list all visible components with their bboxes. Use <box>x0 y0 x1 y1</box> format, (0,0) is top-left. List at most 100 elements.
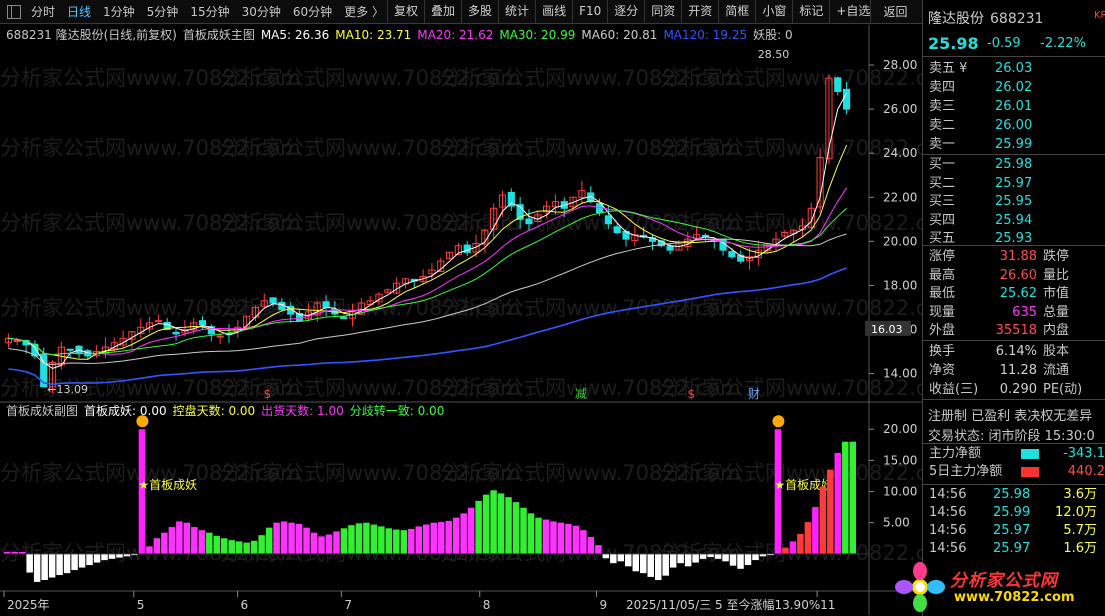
window-layout-icon[interactable] <box>7 4 21 19</box>
tool-button[interactable]: 简框 <box>718 0 755 24</box>
stock-title: 隆达股份 688231 KR <box>928 8 1105 28</box>
tick-time: 14:56 <box>929 505 967 520</box>
indicator-bar <box>243 542 250 554</box>
sub-legend-name[interactable]: 首板成妖副图 <box>6 403 78 419</box>
indicator-bar <box>41 553 48 581</box>
candle-body <box>604 215 612 225</box>
legend-indicator[interactable]: 首板成妖主图 <box>183 27 255 43</box>
period-tab[interactable]: 更多 〉 <box>338 0 390 24</box>
indicator-bar <box>827 469 834 554</box>
indicator-bar <box>557 522 565 554</box>
tool-button[interactable]: 多股 <box>461 0 498 24</box>
bid-label: 买三 <box>929 194 956 209</box>
logo-text: 分析家公式网 <box>950 571 1058 591</box>
tick-price: 25.97 <box>993 541 1031 556</box>
bid-row[interactable]: 买三 25.95 <box>923 193 1105 211</box>
indicator-bar <box>684 553 692 567</box>
tool-button[interactable]: 小窗 <box>755 0 792 24</box>
bid-row[interactable]: 买一 25.98 <box>923 156 1105 174</box>
tool-button[interactable]: 叠加 <box>424 0 461 24</box>
period-tab[interactable]: 分时 <box>25 0 61 24</box>
ask-row[interactable]: 卖三 26.01 <box>923 98 1105 116</box>
tool-button[interactable]: 统计 <box>498 0 535 24</box>
status-date: 2025/11/05/三 5 至今涨幅13.90% <box>626 597 820 612</box>
indicator-bar <box>452 517 460 554</box>
tick-row: 14:56 25.98 3.6万 <box>923 487 1105 503</box>
tool-button[interactable]: 标记 <box>792 0 829 24</box>
indicator-bar <box>535 517 542 554</box>
bid-row[interactable]: 买二 25.97 <box>923 175 1105 193</box>
watermark-text: 分析家公式网www.70822.com <box>660 296 922 320</box>
back-button[interactable]: 返回 <box>870 0 920 24</box>
stat-value: 6.14% <box>995 344 1037 359</box>
kline-chart[interactable]: 分析家公式网www.70822.com分析家公式网www.70822.com分析… <box>0 25 922 615</box>
indicator-bar <box>363 522 370 554</box>
candle-body <box>613 226 621 234</box>
stat-key-2: 市值 <box>1043 286 1070 301</box>
indicator-bar <box>849 441 856 554</box>
period-tab[interactable]: 日线 <box>61 0 97 24</box>
tick-price: 25.97 <box>993 523 1031 538</box>
chart-area[interactable]: 分析家公式网www.70822.com 分析家公式网www.70822.com 分析… <box>0 25 922 615</box>
ask-row[interactable]: 卖四 26.02 <box>923 79 1105 97</box>
bid-price: 25.95 <box>995 194 1033 209</box>
indicator-bar <box>78 553 86 568</box>
indicator-bar <box>408 528 415 554</box>
price-change-pct: -2.22% <box>1040 36 1086 51</box>
ask-price: 25.99 <box>995 137 1033 152</box>
tool-button[interactable]: 同资 <box>644 0 681 24</box>
period-tab[interactable]: 15分钟 <box>184 0 235 24</box>
indicator-bar <box>318 536 325 554</box>
indicator-bar <box>662 553 669 576</box>
indicator-bar <box>610 553 617 564</box>
sub-legend-item: 控盘天数: 0.00 <box>172 404 256 418</box>
period-tab[interactable]: 60分钟 <box>287 0 338 24</box>
ask-label: 卖二 <box>929 118 956 133</box>
indicator-bar <box>595 545 602 554</box>
candle-body <box>154 320 162 323</box>
indicator-bar <box>370 524 378 554</box>
indicator-bar <box>714 553 722 559</box>
indicator-bar <box>475 500 482 554</box>
legend-ma: MA120: 19.25 <box>663 28 748 42</box>
indicator-bar <box>415 526 423 554</box>
period-tabs: 分时 日线 1分钟 5分钟 15分钟 30分钟 60分钟 更多 〉 <box>25 0 390 24</box>
tick-volume: 5.7万 <box>1063 523 1097 538</box>
indicator-bar <box>153 538 161 554</box>
y-tick-label: 26.00 <box>883 102 917 116</box>
tool-button[interactable]: 复权 <box>387 0 424 24</box>
candle-body <box>728 251 736 258</box>
tool-button[interactable]: 逐分 <box>607 0 644 24</box>
indicator-bar <box>505 497 512 554</box>
tool-button[interactable]: F10 <box>572 0 607 24</box>
divider <box>923 56 1105 57</box>
indicator-bar <box>400 530 408 554</box>
last-price: 25.98 <box>928 34 979 53</box>
low-annotation: ←13.09 <box>47 383 88 396</box>
indicator-bar <box>587 537 595 554</box>
stat-key-2: 股本 <box>1043 344 1070 359</box>
stat-key: 外盘 <box>929 323 956 338</box>
bid-price: 25.97 <box>995 175 1033 191</box>
ask-row[interactable]: 卖五 ¥ 26.03 <box>923 60 1105 78</box>
period-tab[interactable]: 30分钟 <box>236 0 287 24</box>
ask-row[interactable]: 卖二 26.00 <box>923 117 1105 135</box>
site-logo: 分析家公式网 www.70822.com <box>892 560 1102 614</box>
tick-time: 14:56 <box>929 523 967 538</box>
logo-url: www.70822.com <box>954 590 1075 605</box>
period-tab[interactable]: 5分钟 <box>141 0 185 24</box>
sub-legend-item: 分歧转一致: 0.00 <box>349 404 445 418</box>
period-tab[interactable]: 1分钟 <box>97 0 141 24</box>
tool-button[interactable]: 开资 <box>681 0 718 24</box>
bid-label: 买二 <box>929 175 956 191</box>
indicator-bar <box>812 507 819 554</box>
indicator-bar <box>56 553 63 576</box>
indicator-bar <box>842 441 849 554</box>
bid-row[interactable]: 买四 25.94 <box>923 212 1105 230</box>
price-change: -0.59 <box>987 36 1021 51</box>
tool-button[interactable]: 画线 <box>535 0 572 24</box>
indicator-bar <box>482 494 490 554</box>
ask-row[interactable]: 卖一 25.99 <box>923 136 1105 154</box>
stat-key: 现量 <box>929 304 956 320</box>
tick-price: 25.99 <box>993 505 1031 520</box>
